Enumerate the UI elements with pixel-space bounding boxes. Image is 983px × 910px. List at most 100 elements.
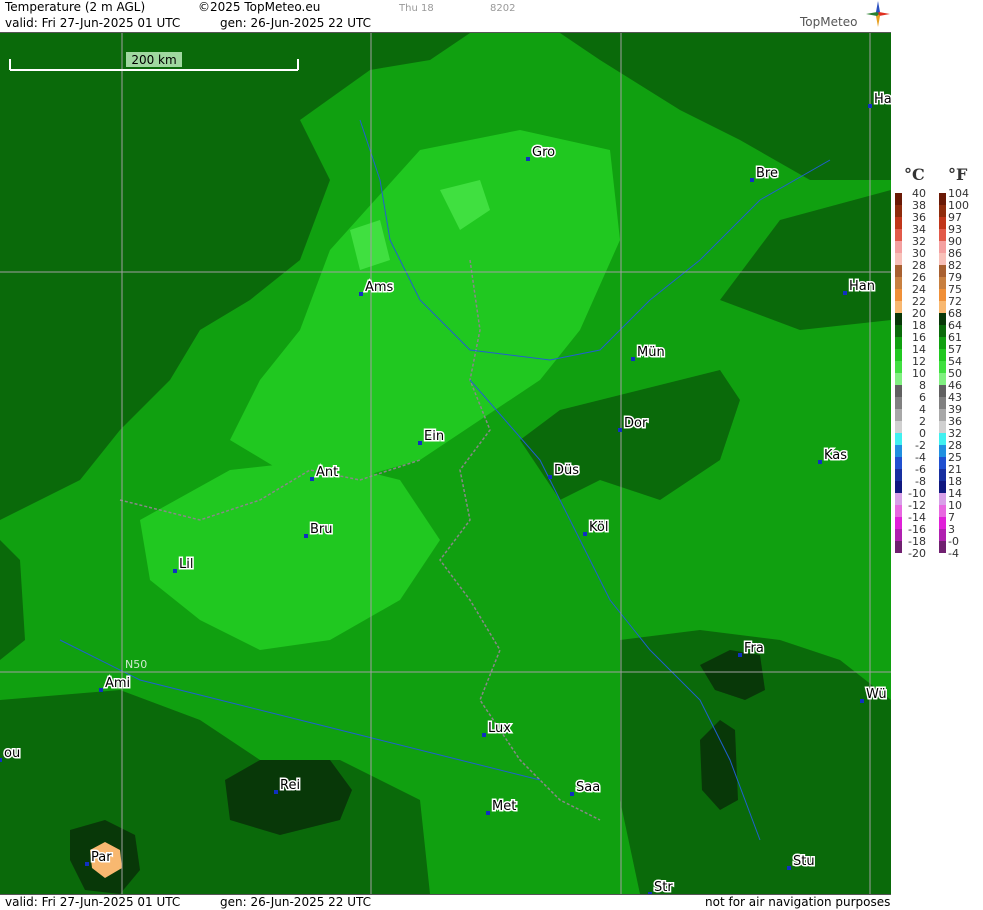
legend-swatch bbox=[939, 481, 946, 493]
city-label: Köl bbox=[589, 520, 608, 535]
city-label: Ant bbox=[316, 465, 338, 480]
city-marker-icon bbox=[310, 477, 314, 481]
legend-swatch bbox=[895, 421, 902, 433]
city-marker-icon bbox=[570, 792, 574, 796]
map-header: Temperature (2 m AGL) ©2025 TopMeteo.eu … bbox=[0, 0, 891, 33]
legend-swatch bbox=[895, 433, 902, 445]
city-label: Met bbox=[492, 799, 516, 814]
legend-swatch bbox=[939, 445, 946, 457]
generation-time: gen: 26-Jun-2025 22 UTC bbox=[220, 16, 372, 30]
city-label: Saa bbox=[576, 780, 600, 795]
legend-swatch bbox=[895, 469, 902, 481]
topmeteo-logo-text: TopMeteo bbox=[800, 15, 858, 29]
code-label: 8202 bbox=[490, 3, 516, 14]
legend-swatch bbox=[895, 385, 902, 397]
legend-swatch bbox=[939, 193, 946, 205]
city-label: Par bbox=[91, 850, 112, 865]
city-marker-icon bbox=[274, 790, 278, 794]
city-marker-icon bbox=[486, 811, 490, 815]
legend-swatch bbox=[939, 517, 946, 529]
city-marker-icon bbox=[618, 428, 622, 432]
legend-swatch bbox=[939, 289, 946, 301]
legend-swatch bbox=[895, 493, 902, 505]
legend-fahrenheit-label: -4 bbox=[948, 547, 959, 560]
legend-swatch bbox=[895, 361, 902, 373]
legend-swatch bbox=[895, 337, 902, 349]
temperature-map[interactable]: N50 200 km Ha Gro Bre Ams Han Mün Dor Ein Ant Düs… bbox=[0, 33, 891, 894]
scale-label: 200 km bbox=[131, 53, 176, 67]
city-ams: Ams bbox=[359, 279, 395, 297]
legend-swatch bbox=[939, 229, 946, 241]
city-marker-icon bbox=[583, 532, 587, 536]
city-marker-icon bbox=[85, 862, 89, 866]
legend-swatch bbox=[939, 241, 946, 253]
map-title: Temperature (2 m AGL) bbox=[5, 0, 146, 14]
legend-swatch bbox=[895, 277, 902, 289]
city-marker-icon bbox=[631, 357, 635, 361]
copyright-text: ©2025 TopMeteo.eu bbox=[198, 0, 321, 14]
day-label: Thu 18 bbox=[399, 3, 434, 14]
city-label: Ha bbox=[874, 92, 891, 107]
valid-time: valid: Fri 27-Jun-2025 01 UTC bbox=[5, 16, 181, 30]
legend-swatch bbox=[939, 541, 946, 553]
city-marker-icon bbox=[526, 157, 530, 161]
legend-swatch bbox=[939, 397, 946, 409]
city-marker-icon bbox=[359, 292, 363, 296]
city-marker-icon bbox=[738, 653, 742, 657]
city-label: Lil bbox=[179, 557, 193, 572]
city-label: ou bbox=[4, 746, 20, 761]
legend-swatch bbox=[895, 229, 902, 241]
legend-swatch bbox=[939, 217, 946, 229]
legend-swatch bbox=[939, 493, 946, 505]
city-label: Bru bbox=[310, 522, 333, 537]
city-label: Ami bbox=[105, 676, 130, 691]
city-label: Gro bbox=[532, 145, 555, 160]
city-marker-icon bbox=[0, 758, 2, 762]
legend-swatch bbox=[939, 421, 946, 433]
legend-swatch bbox=[939, 505, 946, 517]
city-label: Han bbox=[849, 279, 875, 294]
city-marker-icon bbox=[99, 688, 103, 692]
legend-swatch bbox=[939, 325, 946, 337]
city-marker-icon bbox=[818, 460, 822, 464]
city-mün: Mün bbox=[631, 344, 666, 362]
legend-swatch bbox=[895, 241, 902, 253]
city-label: Rei bbox=[280, 778, 300, 793]
city-ou: ou bbox=[0, 745, 22, 763]
legend-swatch bbox=[895, 325, 902, 337]
city-label: Stu bbox=[793, 854, 815, 869]
city-marker-icon bbox=[843, 291, 847, 295]
legend-swatch bbox=[939, 253, 946, 265]
city-label: Ams bbox=[365, 280, 394, 295]
latitude-label: N50 bbox=[125, 658, 147, 671]
legend-swatch bbox=[895, 313, 902, 325]
city-marker-icon bbox=[173, 569, 177, 573]
legend-swatch bbox=[939, 361, 946, 373]
legend-scale: 4038363432302826242220181614121086420-2-… bbox=[895, 187, 969, 560]
legend-swatch bbox=[939, 469, 946, 481]
legend-swatch bbox=[939, 337, 946, 349]
legend-swatch bbox=[939, 265, 946, 277]
city-marker-icon bbox=[868, 104, 872, 108]
legend-swatch bbox=[895, 205, 902, 217]
legend-swatch bbox=[895, 289, 902, 301]
legend-swatch bbox=[895, 541, 902, 553]
disclaimer-text: not for air navigation purposes bbox=[705, 895, 891, 909]
city-label: Kas bbox=[824, 448, 847, 463]
city-marker-icon bbox=[418, 441, 422, 445]
map-footer: valid: Fri 27-Jun-2025 01 UTC gen: 26-Ju… bbox=[0, 894, 891, 910]
city-marker-icon bbox=[304, 534, 308, 538]
legend-swatch bbox=[939, 457, 946, 469]
legend-swatch bbox=[939, 529, 946, 541]
city-label: Düs bbox=[554, 463, 579, 478]
footer-generation-time: gen: 26-Jun-2025 22 UTC bbox=[220, 895, 372, 909]
city-marker-icon bbox=[750, 178, 754, 182]
city-label: Wü bbox=[866, 687, 887, 702]
legend-swatch bbox=[895, 529, 902, 541]
legend-swatch bbox=[939, 277, 946, 289]
city-label: Str bbox=[654, 880, 673, 894]
city-label: Lux bbox=[488, 721, 511, 736]
legend-swatch bbox=[895, 265, 902, 277]
legend-swatch bbox=[895, 193, 902, 205]
legend-swatch bbox=[939, 433, 946, 445]
